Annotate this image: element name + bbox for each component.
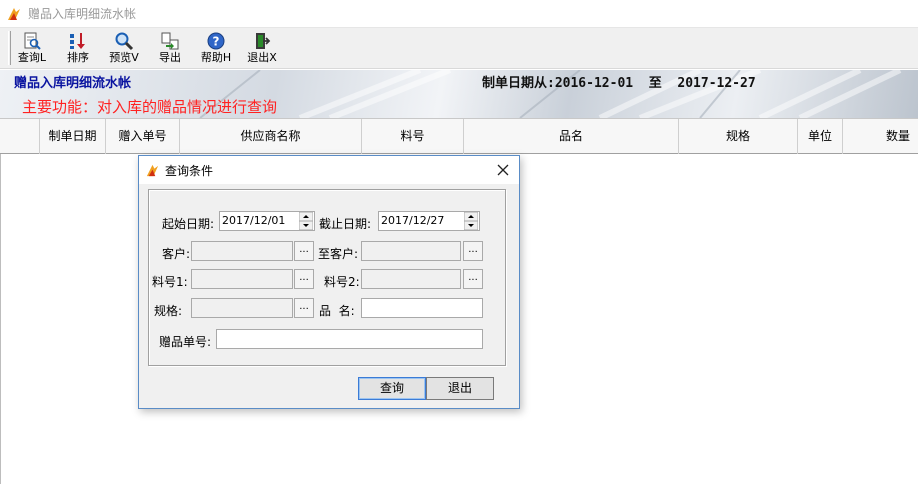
- app-logo-icon: [8, 7, 20, 20]
- start-date-value: 2017/12/01: [222, 214, 286, 227]
- preview-icon: [115, 32, 134, 51]
- help-button-label: 帮助H: [200, 51, 232, 64]
- banner-title: 赠品入库明细流水帐: [14, 76, 132, 91]
- column-header-unit[interactable]: 单位: [798, 119, 843, 154]
- column-header-date[interactable]: 制单日期: [40, 119, 106, 154]
- sort-icon: [70, 33, 85, 49]
- item2-field[interactable]: [361, 269, 461, 289]
- gift-no-label: 赠品单号:: [159, 335, 212, 349]
- svg-text:?: ?: [213, 35, 220, 49]
- to-customer-label: 至客户:: [318, 247, 359, 261]
- exit-icon: [256, 33, 271, 49]
- sort-button[interactable]: 排序: [58, 30, 98, 67]
- query-criteria-group: 起始日期: 2017/12/01 截止日期: 2017/12/27 客户: ..…: [148, 189, 506, 366]
- dialog-logo-icon: [146, 164, 159, 176]
- customer-field[interactable]: [191, 241, 293, 261]
- exit-button[interactable]: 退出X: [242, 30, 282, 67]
- end-date-picker[interactable]: 2017/12/27: [378, 211, 480, 231]
- end-date-label: 截止日期:: [319, 217, 372, 231]
- item1-field[interactable]: [191, 269, 293, 289]
- grid-indicator-column: [0, 119, 40, 154]
- dialog-exit-button[interactable]: 退出: [426, 377, 494, 400]
- exit-button-label: 退出X: [247, 51, 277, 64]
- product-name-field[interactable]: [361, 298, 483, 318]
- customer-label: 客户:: [162, 247, 191, 261]
- spec-label: 规格:: [154, 304, 183, 318]
- export-icon: [161, 32, 179, 50]
- function-description: 主要功能：对入库的赠品情况进行查询: [22, 98, 278, 116]
- start-date-label: 起始日期:: [162, 217, 215, 231]
- item1-label: 料号1:: [152, 275, 188, 289]
- to-customer-browse-button[interactable]: ...: [463, 241, 483, 261]
- report-banner: 赠品入库明细流水帐 制单日期从:2016-12-01 至 2017-12-27 …: [0, 70, 918, 118]
- spec-field[interactable]: [191, 298, 293, 318]
- end-date-spinner-icon[interactable]: [464, 212, 478, 230]
- toolbar-grip[interactable]: [8, 31, 11, 65]
- column-header-product-name[interactable]: 品名: [464, 119, 679, 154]
- date-range-label: 制单日期从:2016-12-01 至 2017-12-27: [482, 76, 756, 91]
- help-icon: ?: [207, 32, 225, 50]
- end-date-value: 2017/12/27: [381, 214, 445, 227]
- query-button[interactable]: 查询L: [12, 30, 52, 67]
- spec-browse-button[interactable]: ...: [294, 298, 314, 318]
- column-header-quantity[interactable]: 数量: [843, 119, 918, 154]
- item2-label: 料号2:: [324, 275, 360, 289]
- gift-no-field[interactable]: [216, 329, 483, 349]
- help-button[interactable]: ? 帮助H: [196, 30, 236, 67]
- start-date-picker[interactable]: 2017/12/01: [219, 211, 315, 231]
- item2-browse-button[interactable]: ...: [463, 269, 483, 289]
- column-header-gift-no[interactable]: 赠入单号: [106, 119, 180, 154]
- window-title: 赠品入库明细流水帐: [28, 7, 137, 21]
- query-icon: [24, 32, 41, 50]
- close-icon[interactable]: [493, 160, 513, 180]
- query-button-label: 查询L: [17, 51, 47, 64]
- dialog-title: 查询条件: [165, 163, 214, 178]
- item1-browse-button[interactable]: ...: [294, 269, 314, 289]
- grid-header: 制单日期 赠入单号 供应商名称 料号 品名 规格 单位 数量: [0, 118, 918, 154]
- customer-browse-button[interactable]: ...: [294, 241, 314, 261]
- column-header-spec[interactable]: 规格: [679, 119, 798, 154]
- product-name-label: 品 名:: [319, 304, 355, 318]
- column-header-supplier[interactable]: 供应商名称: [180, 119, 362, 154]
- dialog-query-button[interactable]: 查询: [358, 377, 426, 400]
- preview-button-label: 预览V: [109, 51, 139, 64]
- column-header-item-no[interactable]: 料号: [362, 119, 464, 154]
- sort-button-label: 排序: [67, 51, 89, 64]
- preview-button[interactable]: 预览V: [104, 30, 144, 67]
- dialog-titlebar[interactable]: 查询条件: [139, 156, 519, 184]
- export-button[interactable]: 导出: [150, 30, 190, 67]
- window-titlebar: 赠品入库明细流水帐: [0, 0, 918, 28]
- export-button-label: 导出: [159, 51, 181, 64]
- to-customer-field[interactable]: [361, 241, 461, 261]
- query-dialog: 查询条件 起始日期: 2017/12/01 截止日期: 2017/12/27 客…: [138, 155, 520, 409]
- start-date-spinner-icon[interactable]: [299, 212, 313, 230]
- toolbar: 查询L 排序 预览V 导出 ? 帮助H 退出X: [0, 28, 918, 69]
